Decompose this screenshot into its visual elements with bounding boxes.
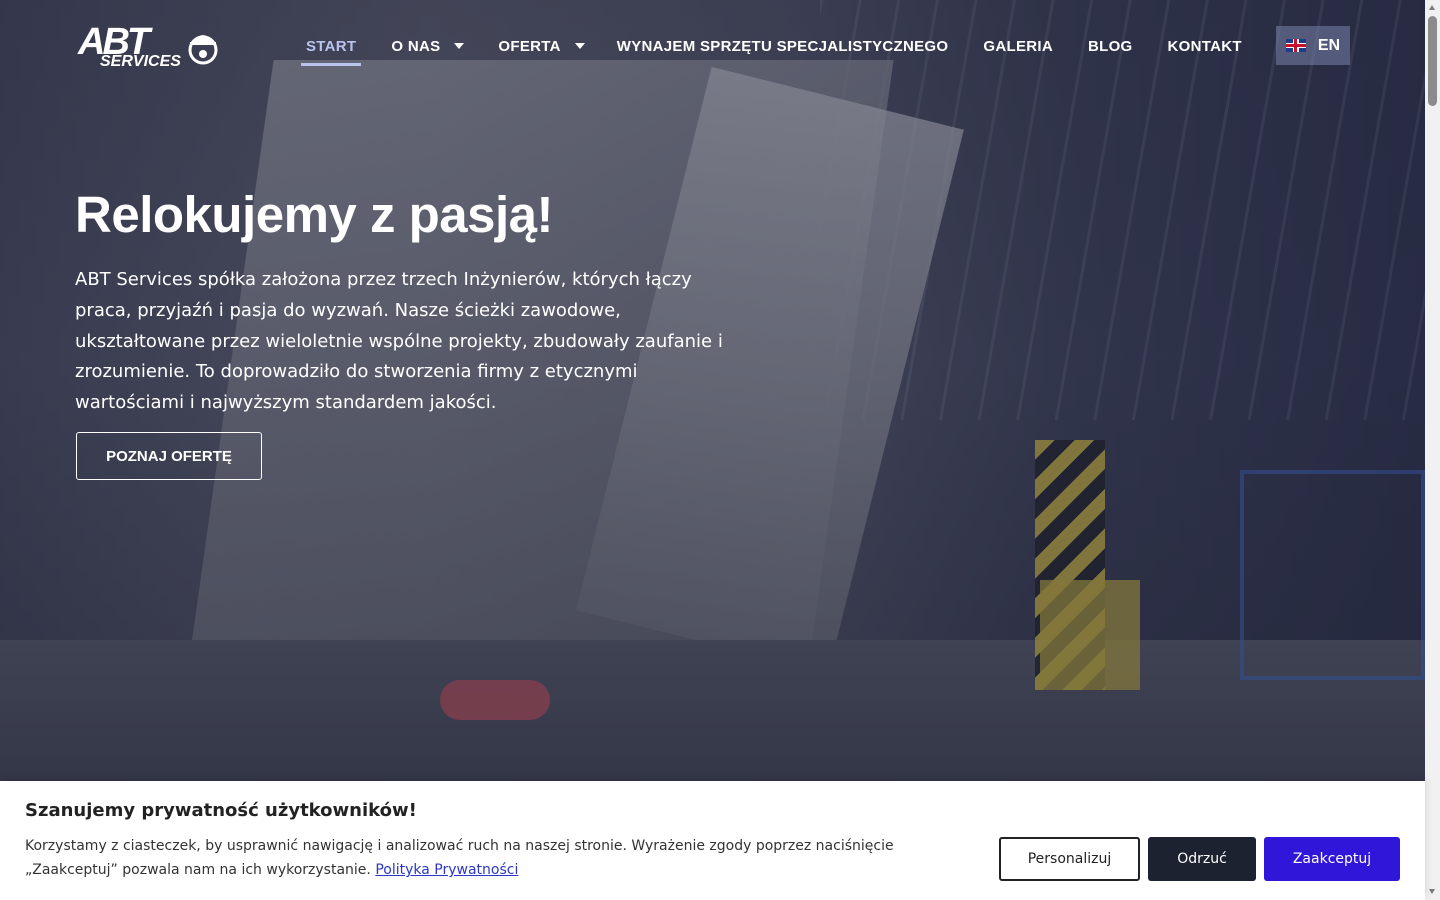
uk-flag-icon	[1285, 39, 1306, 52]
nav-item-o-nas[interactable]: O NAS	[391, 26, 465, 66]
chevron-down-icon	[454, 43, 465, 49]
nav-item-label: GALERIA	[983, 37, 1053, 55]
cookie-text-line2: „Zaakceptuj” pozwala nam na ich wykorzys…	[25, 862, 371, 878]
poznaj-oferte-button[interactable]: POZNAJ OFERTĘ	[76, 432, 262, 480]
nav-item-oferta[interactable]: OFERTA	[498, 26, 585, 66]
privacy-policy-link[interactable]: Polityka Prywatności	[375, 862, 518, 878]
nav-item-blog[interactable]: BLOG	[1088, 26, 1133, 66]
cookie-title: Szanujemy prywatność użytkowników!	[25, 800, 417, 821]
hero-title: Relokujemy z pasją!	[75, 186, 554, 243]
nav-item-label: WYNAJEM SPRZĘTU SPECJALISTYCZNEGO	[616, 37, 949, 55]
hero-description: ABT Services spółka założona przez trzec…	[75, 269, 723, 414]
personalize-button[interactable]: Personalizuj	[999, 837, 1140, 881]
scrollbar-thumb[interactable]	[1428, 16, 1437, 106]
nav-item-label: BLOG	[1087, 37, 1133, 55]
cookie-text: Korzystamy z ciasteczek, by usprawnić na…	[25, 834, 925, 882]
accept-button[interactable]: Zaakceptuj	[1264, 837, 1400, 881]
logo-sub: SERVICES	[100, 53, 181, 70]
page-scrollbar[interactable]	[1425, 0, 1440, 900]
nav-item-label: O NAS	[391, 37, 441, 55]
main-navigation: START O NAS OFERTA WYNAJEM SPRZĘTU SPECJ…	[300, 26, 1242, 66]
scroll-down-icon[interactable]	[1429, 889, 1435, 894]
nav-item-label: START	[306, 37, 357, 55]
language-label: EN	[1317, 36, 1341, 54]
cookie-text-line1: Korzystamy z ciasteczek, by usprawnić na…	[25, 838, 894, 854]
reject-button[interactable]: Odrzuć	[1148, 837, 1256, 881]
nav-item-galeria[interactable]: GALERIA	[983, 26, 1053, 66]
scroll-up-icon[interactable]	[1429, 5, 1435, 10]
nav-item-kontakt[interactable]: KONTAKT	[1168, 26, 1242, 66]
cookie-banner: Szanujemy prywatność użytkowników! Korzy…	[0, 781, 1425, 900]
chevron-down-icon	[574, 43, 585, 49]
nav-item-label: OFERTA	[498, 37, 561, 55]
abt-logo-icon: ABT SERVICES	[77, 21, 218, 70]
nav-item-start[interactable]: START	[301, 26, 362, 66]
language-switcher[interactable]: EN	[1276, 26, 1350, 65]
nav-item-label: KONTAKT	[1167, 37, 1242, 55]
site-logo[interactable]: ABT SERVICES	[76, 20, 222, 70]
nav-item-wynajem[interactable]: WYNAJEM SPRZĘTU SPECJALISTYCZNEGO	[617, 26, 949, 66]
